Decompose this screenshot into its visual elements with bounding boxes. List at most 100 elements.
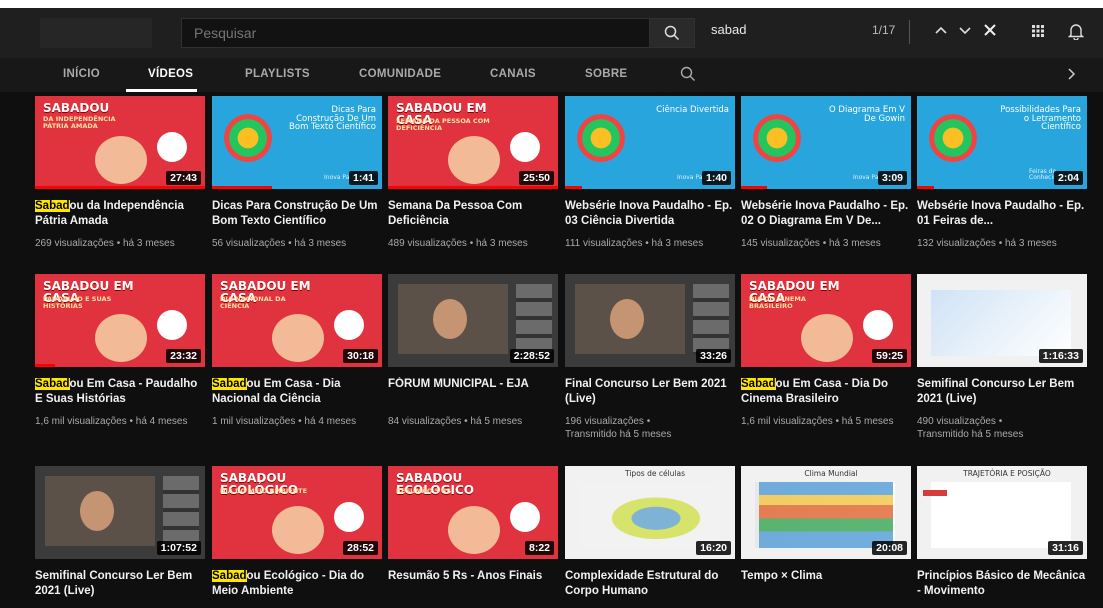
duration-badge: 3:09 [877, 171, 907, 185]
video-thumbnail[interactable]: 2:28:52 [388, 274, 558, 367]
video-thumbnail[interactable]: SABADOU EM CASA DIA NACIONAL DA CIÊNCIA 30… [212, 274, 382, 367]
tab-canais[interactable]: CANAIS [490, 68, 536, 80]
video-thumbnail[interactable]: Tipos de células 16:20 [565, 466, 735, 559]
video-title[interactable]: Websérie Inova Paudalho - Ep. 02 O Diagr… [741, 199, 911, 229]
watch-progress-bar [35, 364, 56, 367]
thumbnail-title: TRAJETÓRIA E POSIÇÃO [963, 469, 1051, 478]
find-count: 1/17 [872, 23, 896, 37]
video-title[interactable]: Semana Da Pessoa Com Deficiência [388, 199, 558, 229]
video-title[interactable]: Princípios Básico de Mecânica - Moviment… [917, 569, 1087, 599]
video-title[interactable]: Sabadou Ecológico - Dia do Meio Ambiente [212, 569, 382, 599]
thumbnail-logo [334, 310, 364, 340]
duration-badge: 2:04 [1053, 171, 1083, 185]
video-thumbnail[interactable]: SABADOU EM CASA DIA DO CINEMA BRASILEIRO 5… [741, 274, 911, 367]
chevron-right-icon[interactable] [1064, 67, 1078, 81]
duration-badge: 1:40 [701, 171, 731, 185]
video-title[interactable]: Final Concurso Ler Bem 2021 (Live) [565, 377, 735, 407]
active-tab-indicator [126, 89, 197, 92]
video-card[interactable]: Dicas Para Construção De Um Bom Texto Ci… [212, 96, 382, 250]
video-title[interactable]: Semifinal Concurso Ler Bem 2021 (Live) [35, 569, 205, 599]
tab-playlists[interactable]: PLAYLISTS [245, 68, 310, 80]
close-icon[interactable] [981, 21, 999, 39]
video-card[interactable]: Clima Mundial20:08Tempo × Clima34 visual… [741, 466, 911, 608]
title-text: Princípios Básico de Mecânica - Moviment… [917, 570, 1086, 597]
apps-grid-icon[interactable] [1032, 25, 1044, 37]
search-input[interactable] [182, 19, 649, 47]
video-thumbnail[interactable]: 1:07:52 [35, 466, 205, 559]
thumbnail-art [95, 314, 147, 362]
video-title[interactable]: Sabadou da Independência Pátria Amada [35, 199, 205, 229]
thumbnail-title: Possibilidades Para o Letramento Científ… [1000, 105, 1081, 132]
chevron-up-icon[interactable] [933, 22, 949, 38]
video-thumbnail[interactable]: SABADOU EM CASA SEMANA DA PESSOA COM DEFI… [388, 96, 558, 189]
video-metadata: 490 visualizações • Transmitido há 5 mese… [917, 415, 1087, 441]
thumbnail-title: Tipos de células [625, 469, 685, 478]
tab-inicio[interactable]: INÍCIO [63, 68, 100, 80]
video-title[interactable]: Resumão 5 Rs - Anos Finais [388, 569, 558, 599]
search-highlight: Sabad [212, 378, 247, 390]
channel-search-icon[interactable] [680, 66, 696, 82]
video-card[interactable]: 1:07:52 Semifinal Concurso Ler Bem 2021 (… [35, 466, 205, 599]
video-card[interactable]: SABADOU EM CASA DIA NACIONAL DA CIÊNCIA 30… [212, 274, 382, 428]
video-title[interactable]: Sabadou Em Casa - Dia Nacional da Ciênci… [212, 377, 382, 407]
video-title[interactable]: FÓRUM MUNICIPAL - EJA [388, 377, 558, 407]
video-card[interactable]: Ciência Divertida Inova Paudalho 1:40 Websé… [565, 96, 735, 250]
video-thumbnail[interactable]: SABADOU ECOLÓGICO DIA DO MEIO AMBIENTE 28:… [212, 466, 382, 559]
video-card[interactable]: Possibilidades Para o Letramento Científ… [917, 96, 1087, 250]
video-thumbnail[interactable]: TRAJETÓRIA E POSIÇÃO 31:16 [917, 466, 1087, 559]
duration-badge: 31:16 [1048, 541, 1083, 555]
video-metadata: 56 visualizações • há 3 meses [212, 237, 382, 250]
bell-icon[interactable] [1068, 22, 1084, 40]
video-metadata: 1 mil visualizações • há 4 meses [212, 415, 382, 428]
video-card[interactable]: O Diagrama Em V De Gowin Inova Paudalho 3:… [741, 96, 911, 250]
search-button[interactable] [649, 18, 695, 48]
video-title[interactable]: Websérie Inova Paudalho - Ep. 03 Ciência… [565, 199, 735, 229]
title-text: Semifinal Concurso Ler Bem 2021 (Live) [917, 378, 1075, 405]
video-card[interactable]: SABADOU EM CASA SEMANA DA PESSOA COM DEFI… [388, 96, 558, 250]
video-card[interactable]: TRAJETÓRIA E POSIÇÃO 31:16 Princípios Bási… [917, 466, 1087, 599]
video-card[interactable]: SABADOU ECOLÓGICO DIA DO MEIO AMBIENTE 28:… [212, 466, 382, 599]
view-count: 1,6 mil visualizações • há 4 meses [35, 416, 188, 427]
tab-sobre[interactable]: SOBRE [585, 68, 627, 80]
video-thumbnail[interactable]: Possibilidades Para o Letramento Científ… [917, 96, 1087, 189]
video-metadata: 145 visualizações • há 3 meses [741, 237, 911, 250]
video-thumbnail[interactable]: SABADOU EM CASA PAUDALHO E SUAS HISTÓRIAS… [35, 274, 205, 367]
video-card[interactable]: SABADOU DA INDEPENDÊNCIA PÁTRIA AMADA 27:4… [35, 96, 205, 250]
video-card[interactable]: Tipos de células 16:20 Complexidade Estrut… [565, 466, 735, 599]
tab-videos[interactable]: VÍDEOS [148, 68, 193, 80]
video-title[interactable]: Sabadou Em Casa - Paudalho E Suas Histór… [35, 377, 205, 407]
video-card[interactable]: SABADOU ECOLÓGICO RESUMÃO 5 RS 8:22 Resumão… [388, 466, 558, 608]
view-count: 132 visualizações • há 3 meses [917, 238, 1057, 249]
search-icon [664, 25, 680, 41]
video-card[interactable]: 2:28:52 FÓRUM MUNICIPAL - EJA 84 visualiza… [388, 274, 558, 428]
video-thumbnail[interactable]: 1:16:33 [917, 274, 1087, 367]
video-thumbnail[interactable]: Clima Mundial 20:08 [741, 466, 911, 559]
participant-art [433, 299, 467, 339]
video-thumbnail[interactable]: SABADOU ECOLÓGICO RESUMÃO 5 RS 8:22 [388, 466, 558, 559]
video-card[interactable]: SABADOU EM CASA PAUDALHO E SUAS HISTÓRIAS… [35, 274, 205, 428]
video-thumbnail[interactable]: Ciência Divertida Inova Paudalho 1:40 [565, 96, 735, 189]
video-thumbnail[interactable]: SABADOU DA INDEPENDÊNCIA PÁTRIA AMADA 27:4… [35, 96, 205, 189]
tab-comunidade[interactable]: COMUNIDADE [359, 68, 441, 80]
watch-progress-bar [565, 186, 582, 189]
video-thumbnail[interactable]: Dicas Para Construção De Um Bom Texto Ci… [212, 96, 382, 189]
video-title[interactable]: Sabadou Em Casa - Dia Do Cinema Brasilei… [741, 377, 911, 407]
video-title[interactable]: Complexidade Estrutural do Corpo Humano [565, 569, 735, 599]
world-map-art [759, 482, 893, 548]
video-thumbnail[interactable]: 33:26 [565, 274, 735, 367]
video-metadata: 489 visualizações • há 3 meses [388, 237, 558, 250]
video-title[interactable]: Dicas Para Construção De Um Bom Texto Ci… [212, 199, 382, 229]
channel-logo[interactable] [40, 18, 152, 48]
video-title[interactable]: Tempo × Clima [741, 569, 911, 599]
video-card[interactable]: 1:16:33 Semifinal Concurso Ler Bem 2021 (… [917, 274, 1087, 441]
find-query[interactable]: sabad [711, 22, 746, 37]
video-title[interactable]: Websérie Inova Paudalho - Ep. 01 Feiras … [917, 199, 1087, 229]
video-title[interactable]: Semifinal Concurso Ler Bem 2021 (Live) [917, 377, 1087, 407]
stream-date: Transmitido há 5 meses [917, 429, 1024, 440]
participant-tiles [516, 284, 552, 354]
video-thumbnail[interactable]: O Diagrama Em V De Gowin Inova Paudalho 3:… [741, 96, 911, 189]
chevron-down-icon[interactable] [957, 22, 973, 38]
video-card[interactable]: SABADOU EM CASA DIA DO CINEMA BRASILEIRO 5… [741, 274, 911, 428]
video-card[interactable]: 33:26 Final Concurso Ler Bem 2021 (Live) 1… [565, 274, 735, 441]
divider [909, 20, 910, 44]
